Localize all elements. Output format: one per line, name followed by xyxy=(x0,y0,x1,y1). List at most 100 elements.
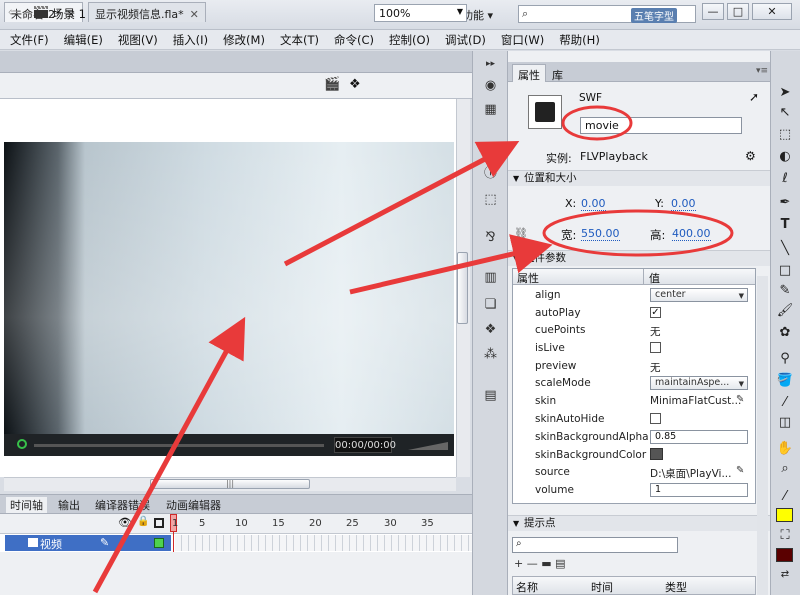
menu-insert[interactable]: 插入(I) xyxy=(173,32,208,48)
rectangle-tool-icon[interactable]: □ xyxy=(776,262,794,280)
skin-alpha-input[interactable]: 0.85 xyxy=(650,430,748,444)
param-value[interactable]: 无 xyxy=(650,324,661,339)
brush-icon[interactable]: 🖌 xyxy=(776,302,794,320)
menu-text[interactable]: 文本(T) xyxy=(280,32,319,48)
layer-color-icon[interactable] xyxy=(154,538,164,548)
tab-compiler-errors[interactable]: 编译器错误 xyxy=(95,497,150,513)
text-tool-icon[interactable]: T xyxy=(776,216,794,234)
tab-video-info[interactable]: 显示视频信息.fla* ✕ xyxy=(88,2,206,22)
library-icon[interactable]: ▥ xyxy=(482,270,499,286)
free-transform-icon[interactable]: ⬚ xyxy=(776,126,794,144)
param-value[interactable]: 无 xyxy=(650,360,661,375)
frame-strip[interactable] xyxy=(175,535,472,551)
seek-bar[interactable] xyxy=(34,444,324,447)
eye-icon[interactable]: 👁 xyxy=(118,516,132,529)
lock-ratio-icon[interactable]: ⛓ xyxy=(514,227,528,240)
line-tool-icon[interactable]: ╲ xyxy=(776,240,794,258)
scalemode-select[interactable]: maintainAspe... ▼ xyxy=(650,376,748,390)
behaviors-icon[interactable]: ⁂ xyxy=(482,347,499,363)
color-icon[interactable]: ◉ xyxy=(482,78,499,94)
close-button[interactable]: ✕ xyxy=(752,3,792,20)
hand-tool-icon[interactable]: ✋ xyxy=(776,440,794,458)
eraser-icon[interactable]: ◫ xyxy=(776,414,794,432)
flv-playback-instance[interactable] xyxy=(4,142,454,434)
pencil-icon[interactable]: ✎ xyxy=(776,282,794,300)
skin-color-swatch[interactable] xyxy=(650,448,663,460)
param-value[interactable]: MinimaFlatCust... xyxy=(650,395,741,407)
align-select[interactable]: center ▼ xyxy=(650,288,748,302)
section-position-size[interactable]: ▼ 位置和大小 xyxy=(508,170,770,186)
lock-icon[interactable]: 🔒 xyxy=(137,516,149,527)
column-divider[interactable] xyxy=(643,269,644,285)
cue-toolbar[interactable]: + — ▬ ▤ xyxy=(514,557,566,570)
menu-modify[interactable]: 修改(M) xyxy=(223,32,265,48)
maximize-button[interactable]: □ xyxy=(727,3,749,20)
menu-help[interactable]: 帮助(H) xyxy=(559,32,600,48)
volume-input[interactable]: 1 xyxy=(650,483,748,497)
layer-name[interactable]: 视频 xyxy=(40,536,62,552)
menu-edit[interactable]: 编辑(E) xyxy=(64,32,103,48)
menu-control[interactable]: 控制(O) xyxy=(389,32,430,48)
stroke-color-swatch[interactable] xyxy=(776,508,793,522)
play-icon[interactable] xyxy=(17,439,27,449)
x-value[interactable]: 0.00 xyxy=(581,197,606,211)
align-icon[interactable]: ⊟ xyxy=(482,140,499,156)
menu-debug[interactable]: 调试(D) xyxy=(445,32,486,48)
width-value[interactable]: 550.00 xyxy=(581,227,620,241)
cue-search-input[interactable]: ⌕ xyxy=(512,537,678,553)
volume-icon[interactable] xyxy=(408,442,448,450)
paint-bucket-icon[interactable]: 🪣 xyxy=(776,372,794,390)
menu-file[interactable]: 文件(F) xyxy=(10,32,49,48)
section-component-parameters[interactable]: ▼ 组件参数 xyxy=(508,250,770,266)
pen-tool-icon[interactable]: ✒ xyxy=(776,194,794,212)
transform-icon[interactable]: ⬚ xyxy=(482,192,499,208)
tab-library[interactable]: 库 xyxy=(552,67,563,83)
selection-tool-icon[interactable]: ➤ xyxy=(776,84,794,102)
tab-properties[interactable]: 属性 xyxy=(512,64,546,82)
properties-scrollbar[interactable] xyxy=(757,276,768,595)
islive-checkbox[interactable] xyxy=(650,342,661,353)
minimize-button[interactable]: — xyxy=(702,3,724,20)
tab-motion-editor[interactable]: 动画编辑器 xyxy=(166,497,221,513)
components-icon[interactable]: ❏ xyxy=(482,297,499,313)
autoplay-checkbox[interactable]: ✓ xyxy=(650,307,661,318)
param-value[interactable]: D:\桌面\PlayVi... xyxy=(650,466,731,481)
horizontal-scroll-thumb[interactable]: ||| xyxy=(150,479,310,489)
instance-name-input[interactable]: movie xyxy=(580,117,742,134)
help-search-input[interactable]: ⌕ 五笔字型 xyxy=(518,5,696,23)
pencil-icon[interactable]: ✎ xyxy=(736,394,744,405)
swap-colors-icon[interactable]: ⇄ xyxy=(776,566,794,584)
fill-color-swatch[interactable] xyxy=(776,548,793,562)
zoom-select[interactable]: 100% ▼ xyxy=(374,4,467,22)
help-icon[interactable]: ➚ xyxy=(749,90,759,104)
bone-tool-icon[interactable]: ⚲ xyxy=(776,350,794,368)
zoom-tool-icon[interactable]: ⌕ xyxy=(776,460,794,478)
y-value[interactable]: 0.00 xyxy=(671,197,696,211)
edit-scene-icon[interactable]: 🎬 xyxy=(324,77,340,92)
height-value[interactable]: 400.00 xyxy=(672,227,711,241)
actions-icon[interactable]: ⅋ xyxy=(482,230,499,246)
menu-commands[interactable]: 命令(C) xyxy=(334,32,374,48)
info-icon[interactable]: ⓘ xyxy=(482,166,499,182)
section-cue-points[interactable]: ▼ 提示点 xyxy=(508,515,770,531)
edit-symbol-icon[interactable]: ❖ xyxy=(349,77,361,92)
tab-timeline[interactable]: 时间轴 xyxy=(6,497,47,513)
panel-menu-icon[interactable]: ▾≡ xyxy=(756,66,768,76)
swap-symbol-icon[interactable]: ⚙ xyxy=(745,149,756,163)
skinautohide-checkbox[interactable] xyxy=(650,413,661,424)
vertical-scroll-thumb[interactable] xyxy=(457,252,468,324)
menu-view[interactable]: 视图(V) xyxy=(118,32,158,48)
3d-rotation-icon[interactable]: ◐ xyxy=(776,148,794,166)
collapse-icon[interactable]: ▸▸ xyxy=(482,56,499,72)
outline-icon[interactable] xyxy=(154,518,164,528)
menu-window[interactable]: 窗口(W) xyxy=(501,32,544,48)
eyedropper-icon[interactable]: ⁄ xyxy=(776,394,794,412)
deco-tool-icon[interactable]: ✿ xyxy=(776,324,794,342)
tab-output[interactable]: 输出 xyxy=(58,497,80,513)
movie-explorer-icon[interactable]: ▤ xyxy=(482,388,499,404)
close-icon[interactable]: ✕ xyxy=(190,8,199,21)
lasso-icon[interactable]: ℓ xyxy=(776,170,794,188)
motion-presets-icon[interactable]: ❖ xyxy=(482,322,499,338)
pencil-icon[interactable]: ✎ xyxy=(736,465,744,476)
subselection-tool-icon[interactable]: ↖ xyxy=(776,104,794,122)
